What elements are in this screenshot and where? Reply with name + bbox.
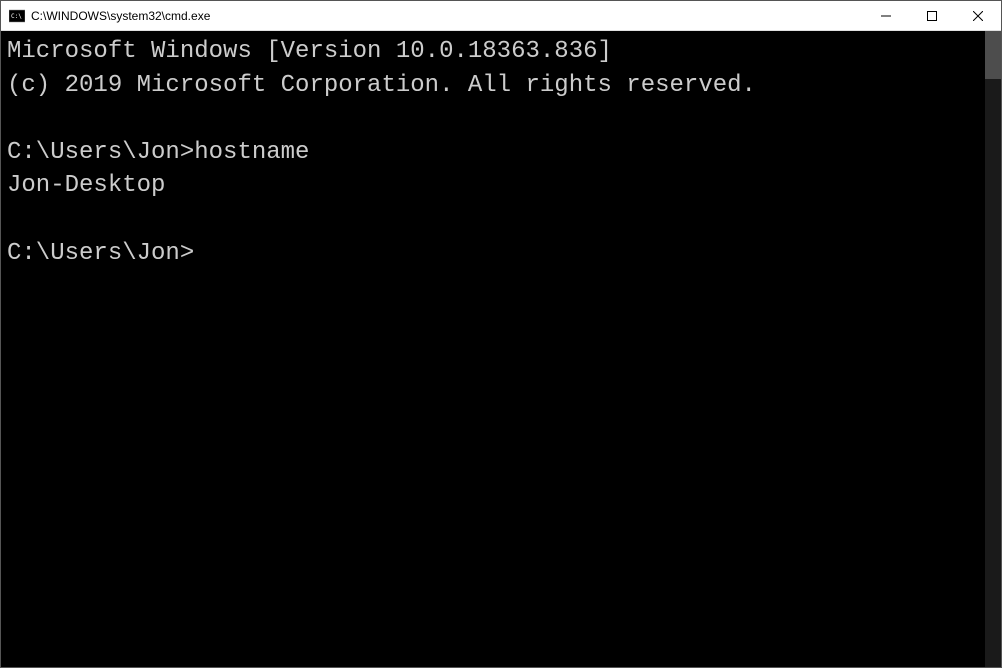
minimize-icon [881, 11, 891, 21]
window-controls [863, 1, 1001, 30]
terminal-output-line: Jon-Desktop [7, 169, 979, 203]
maximize-button[interactable] [909, 1, 955, 30]
terminal-header-line: Microsoft Windows [Version 10.0.18363.83… [7, 35, 979, 69]
maximize-icon [927, 11, 937, 21]
terminal-active-prompt-line: C:\Users\Jon> [7, 237, 979, 271]
svg-text:C:\: C:\ [11, 13, 22, 20]
terminal-command-line: C:\Users\Jon>hostname [7, 136, 979, 170]
terminal-blank-line [7, 203, 979, 237]
vertical-scrollbar[interactable] [985, 31, 1001, 667]
close-icon [973, 11, 983, 21]
terminal-blank-line [7, 102, 979, 136]
terminal-area[interactable]: Microsoft Windows [Version 10.0.18363.83… [1, 31, 1001, 667]
terminal-content[interactable]: Microsoft Windows [Version 10.0.18363.83… [1, 31, 985, 667]
minimize-button[interactable] [863, 1, 909, 30]
scrollbar-thumb[interactable] [985, 31, 1001, 79]
window-title: C:\WINDOWS\system32\cmd.exe [31, 9, 863, 23]
terminal-copyright-line: (c) 2019 Microsoft Corporation. All righ… [7, 69, 979, 103]
close-button[interactable] [955, 1, 1001, 30]
window-titlebar[interactable]: C:\ C:\WINDOWS\system32\cmd.exe [1, 1, 1001, 31]
terminal-prompt: C:\Users\Jon> [7, 139, 194, 166]
terminal-prompt: C:\Users\Jon> [7, 240, 194, 267]
cmd-icon: C:\ [9, 8, 25, 24]
terminal-command: hostname [194, 139, 309, 166]
